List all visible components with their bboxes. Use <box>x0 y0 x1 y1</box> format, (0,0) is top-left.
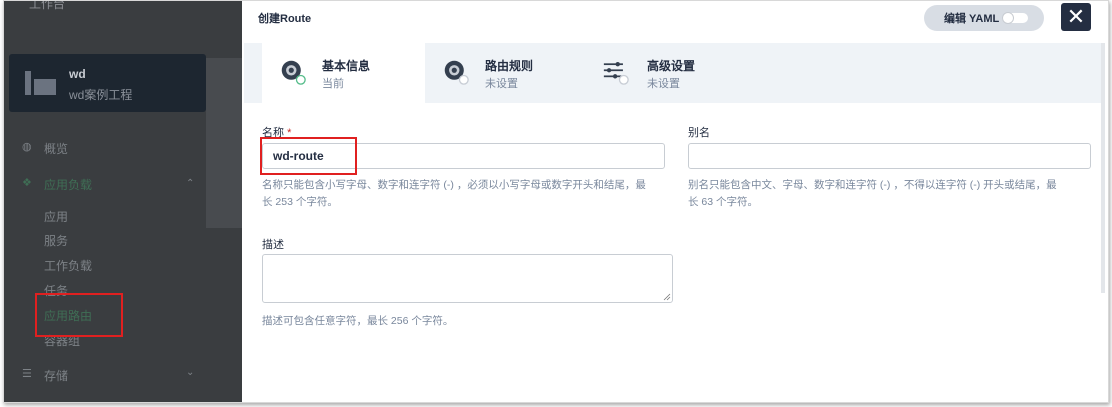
storage-icon: ☰ <box>22 368 32 380</box>
step-tabs: 基本信息 当前 路由规则 未设置 高级设置 未设置 <box>244 43 1104 103</box>
subnav-services[interactable]: 服务 <box>44 232 68 249</box>
description-textarea[interactable] <box>262 254 673 303</box>
nav-label: 存储 <box>44 369 69 383</box>
alias-label: 别名 <box>688 127 710 139</box>
project-name: wd <box>69 67 86 81</box>
tab-status: 未设置 <box>485 78 518 90</box>
tab-title: 高级设置 <box>647 59 696 73</box>
nav-label: 应用负载 <box>44 178 93 192</box>
resize-grip-icon[interactable] <box>663 293 671 301</box>
background-sidebar: 工作台 wd wd案例工程 ◍ 概览 ❖ 应用负载 ⌃ 应用 服务 工作负载 任… <box>4 1 242 402</box>
toggle-switch-icon <box>1002 12 1028 24</box>
app-workload-icon: ❖ <box>22 177 32 189</box>
close-icon: ✕ <box>1066 4 1086 29</box>
modal-title: 创建Route <box>258 13 312 25</box>
description-label: 描述 <box>262 239 284 251</box>
description-hint: 描述可包含任意字符，最长 256 个字符。 <box>262 315 454 327</box>
scrollbar[interactable] <box>1101 43 1105 293</box>
highlight-box-app-routes <box>35 293 123 337</box>
edit-yaml-toggle[interactable]: 编辑 YAML <box>924 5 1044 31</box>
background-content-sliver <box>206 58 242 228</box>
screenshot-frame: 工作台 wd wd案例工程 ◍ 概览 ❖ 应用负载 ⌃ 应用 服务 工作负载 任… <box>3 0 1109 403</box>
alias-hint: 别名只能包含中文、字母、数字和连字符 (-) ，不得以连字符 (-) 开头或结尾… <box>688 179 1057 208</box>
tab-route-rules[interactable]: 路由规则 未设置 <box>425 43 585 103</box>
advanced-settings-icon <box>603 62 629 85</box>
subnav-apps[interactable]: 应用 <box>44 208 68 225</box>
alias-input[interactable] <box>688 143 1091 169</box>
route-rules-icon <box>444 60 469 85</box>
project-icon <box>25 71 59 95</box>
nav-label: 概览 <box>44 142 69 156</box>
tab-status: 当前 <box>322 78 344 90</box>
overview-icon: ◍ <box>22 141 32 153</box>
create-route-modal: 创建Route 编辑 YAML ✕ 基本信息 当前 路由规则 未设置 高级设置 … <box>242 1 1108 402</box>
workbench-item[interactable]: 工作台 <box>29 1 65 12</box>
chevron-down-icon: ⌄ <box>186 367 195 378</box>
tab-status: 未设置 <box>647 78 680 90</box>
tab-title: 路由规则 <box>485 59 534 73</box>
project-desc: wd案例工程 <box>69 88 133 102</box>
tab-advanced-settings[interactable]: 高级设置 未设置 <box>585 43 745 103</box>
close-button[interactable]: ✕ <box>1061 3 1091 31</box>
tab-basic-info[interactable]: 基本信息 当前 <box>262 43 425 103</box>
tab-title: 基本信息 <box>322 59 371 73</box>
edit-yaml-label: 编辑 YAML <box>944 13 1000 25</box>
chevron-up-icon: ⌃ <box>186 178 195 189</box>
name-hint: 名称只能包含小写字母、数字和连字符 (-) ，必须以小写字母或数字开头和结尾，最… <box>262 179 646 208</box>
highlight-box-name <box>260 137 357 175</box>
project-card[interactable]: wd wd案例工程 <box>9 54 206 112</box>
basic-info-icon <box>281 60 306 85</box>
subnav-workloads[interactable]: 工作负载 <box>44 257 92 274</box>
